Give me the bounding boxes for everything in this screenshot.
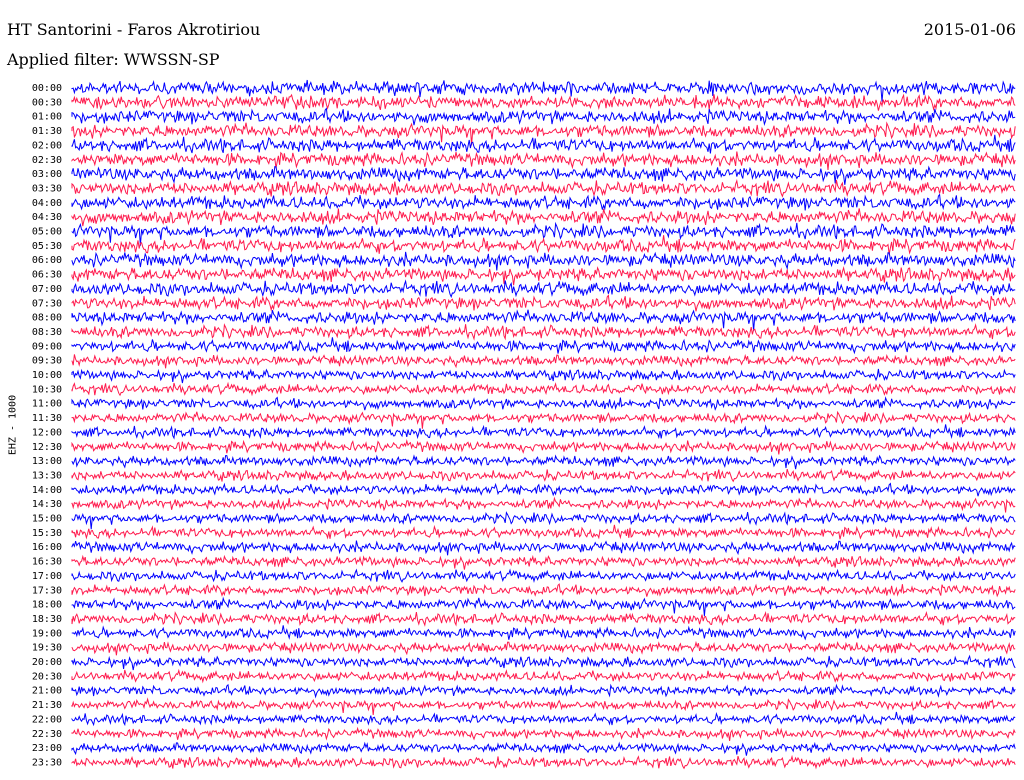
tick-label-03:00: 03:00 <box>32 169 62 180</box>
tick-label-12:00: 12:00 <box>32 427 62 438</box>
trace-21:30 <box>71 697 1016 716</box>
trace-16:30 <box>71 554 1016 570</box>
trace-22:30 <box>71 726 1016 741</box>
tick-label-02:30: 02:30 <box>32 155 62 166</box>
trace-06:00 <box>71 251 1016 271</box>
trace-19:00 <box>71 625 1016 641</box>
trace-03:30 <box>71 178 1016 198</box>
tick-label-02:00: 02:00 <box>32 140 62 151</box>
tick-label-15:30: 15:30 <box>32 528 62 539</box>
tick-label-10:30: 10:30 <box>32 384 62 395</box>
tick-label-07:00: 07:00 <box>32 284 62 295</box>
tick-label-22:30: 22:30 <box>32 729 62 740</box>
trace-02:30 <box>71 150 1016 170</box>
tick-label-06:00: 06:00 <box>32 255 62 266</box>
trace-08:00 <box>71 309 1016 332</box>
trace-20:30 <box>71 668 1016 684</box>
tick-label-03:30: 03:30 <box>32 183 62 194</box>
trace-21:00 <box>71 683 1016 699</box>
trace-12:00 <box>71 424 1016 440</box>
trace-06:30 <box>71 266 1016 286</box>
tick-label-05:30: 05:30 <box>32 241 62 252</box>
trace-09:30 <box>71 353 1016 369</box>
trace-15:30 <box>71 524 1016 540</box>
trace-07:00 <box>71 279 1016 299</box>
trace-17:30 <box>71 583 1016 598</box>
tick-label-16:30: 16:30 <box>32 557 62 568</box>
trace-18:00 <box>71 596 1016 617</box>
tick-label-14:30: 14:30 <box>32 499 62 510</box>
tick-label-07:30: 07:30 <box>32 298 62 309</box>
trace-11:30 <box>71 410 1016 429</box>
trace-09:00 <box>71 337 1016 355</box>
tick-label-14:00: 14:00 <box>32 485 62 496</box>
tick-label-00:30: 00:30 <box>32 97 62 108</box>
trace-04:30 <box>71 208 1016 227</box>
trace-group <box>71 79 1016 770</box>
tick-label-21:30: 21:30 <box>32 700 62 711</box>
tick-label-20:00: 20:00 <box>32 657 62 668</box>
helicorder-plot: 00:00 00:30 01:00 01:30 02:00 02:30 03:00 03:30… <box>32 79 1016 770</box>
trace-00:30 <box>71 93 1016 112</box>
tick-label-16:00: 16:00 <box>32 542 62 553</box>
tick-label-00:00: 00:00 <box>32 83 62 94</box>
tick-label-01:30: 01:30 <box>32 126 62 137</box>
tick-label-17:00: 17:00 <box>32 571 62 582</box>
trace-01:00 <box>71 107 1016 127</box>
time-tick-labels: 00:00 00:30 01:00 01:30 02:00 02:30 03:00 03:30… <box>32 83 62 768</box>
tick-label-19:30: 19:30 <box>32 643 62 654</box>
tick-label-20:30: 20:30 <box>32 671 62 682</box>
trace-10:30 <box>71 381 1016 397</box>
trace-03:00 <box>71 165 1016 185</box>
trace-05:30 <box>71 235 1016 255</box>
tick-label-09:30: 09:30 <box>32 356 62 367</box>
tick-label-13:30: 13:30 <box>32 470 62 481</box>
tick-label-17:30: 17:30 <box>32 585 62 596</box>
tick-label-22:00: 22:00 <box>32 714 62 725</box>
tick-label-12:30: 12:30 <box>32 442 62 453</box>
tick-label-05:00: 05:00 <box>32 227 62 238</box>
trace-15:00 <box>71 511 1016 530</box>
tick-label-11:00: 11:00 <box>32 399 62 410</box>
trace-23:30 <box>71 754 1016 770</box>
trace-12:30 <box>71 439 1016 455</box>
trace-02:00 <box>71 134 1016 154</box>
trace-04:00 <box>71 193 1016 211</box>
trace-23:00 <box>71 741 1016 756</box>
trace-17:00 <box>71 568 1016 583</box>
trace-22:00 <box>71 711 1016 727</box>
trace-07:30 <box>71 294 1016 312</box>
tick-label-06:30: 06:30 <box>32 270 62 281</box>
trace-00:00 <box>71 79 1016 102</box>
trace-16:00 <box>71 540 1016 556</box>
tick-label-21:00: 21:00 <box>32 686 62 697</box>
tick-label-19:00: 19:00 <box>32 628 62 639</box>
tick-label-08:30: 08:30 <box>32 327 62 338</box>
trace-14:00 <box>71 482 1016 497</box>
trace-20:00 <box>71 654 1016 671</box>
trace-13:30 <box>71 467 1016 483</box>
trace-19:30 <box>71 640 1016 656</box>
tick-label-04:30: 04:30 <box>32 212 62 223</box>
tick-label-04:00: 04:00 <box>32 198 62 209</box>
tick-label-11:30: 11:30 <box>32 413 62 424</box>
tick-label-08:00: 08:00 <box>32 313 62 324</box>
tick-label-18:00: 18:00 <box>32 600 62 611</box>
tick-label-23:30: 23:30 <box>32 757 62 768</box>
tick-label-13:00: 13:00 <box>32 456 62 467</box>
tick-label-09:00: 09:00 <box>32 341 62 352</box>
trace-14:30 <box>71 496 1016 513</box>
tick-label-10:00: 10:00 <box>32 370 62 381</box>
trace-08:30 <box>71 323 1016 341</box>
trace-10:00 <box>71 368 1016 384</box>
tick-label-23:00: 23:00 <box>32 743 62 754</box>
tick-label-15:00: 15:00 <box>32 514 62 525</box>
trace-11:00 <box>71 396 1016 411</box>
trace-18:30 <box>71 610 1016 627</box>
tick-label-01:00: 01:00 <box>32 112 62 123</box>
tick-label-18:30: 18:30 <box>32 614 62 625</box>
trace-13:00 <box>71 454 1016 470</box>
